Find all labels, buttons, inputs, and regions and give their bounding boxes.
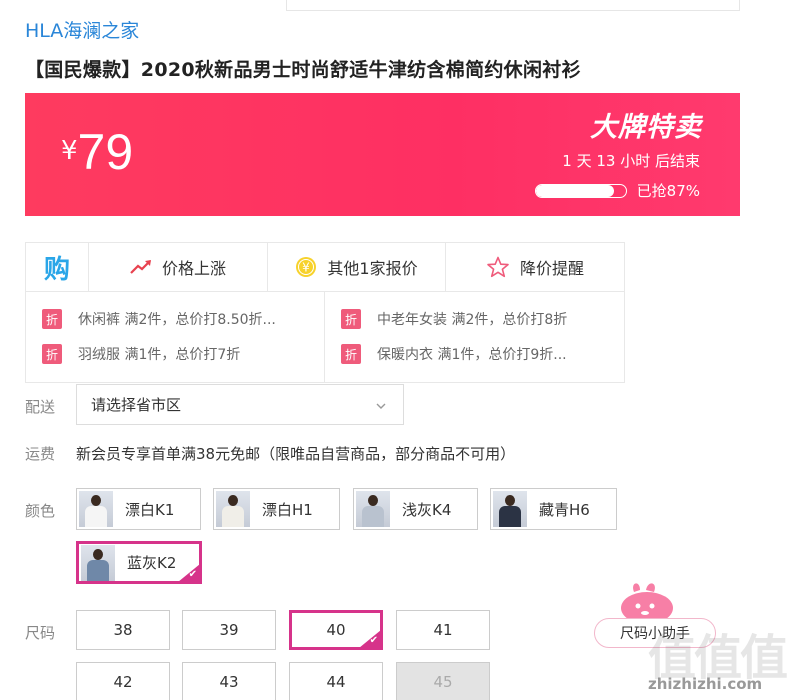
trend-up-icon bbox=[130, 259, 152, 275]
progress-text: 已抢87% bbox=[636, 182, 700, 200]
price-rise-button[interactable]: 价格上涨 bbox=[89, 243, 268, 291]
discount-badge: 折 bbox=[42, 344, 62, 364]
size-option[interactable]: 44 bbox=[289, 662, 383, 700]
size-option[interactable]: 38 bbox=[76, 610, 170, 650]
promo-text: 休闲裤 满2件，总价打8.50折... bbox=[78, 312, 276, 328]
color-option[interactable]: 漂白H1 bbox=[213, 488, 340, 530]
size-option[interactable]: 42 bbox=[76, 662, 170, 700]
color-option-selected[interactable]: 蓝灰K2 ✔ bbox=[76, 541, 202, 584]
watermark-text: zhizhizhi.com bbox=[648, 675, 763, 693]
region-select-value: 请选择省市区 bbox=[91, 396, 182, 414]
price-currency: ¥ bbox=[61, 136, 78, 166]
color-option[interactable]: 浅灰K4 bbox=[353, 488, 478, 530]
color-option-label: 蓝灰K2 bbox=[127, 554, 177, 572]
promo-item[interactable]: 折中老年女装 满2件，总价打8折 bbox=[341, 309, 567, 329]
star-outline-icon bbox=[486, 256, 510, 278]
price-alert-button[interactable]: 降价提醒 bbox=[446, 243, 624, 291]
discount-badge: 折 bbox=[341, 309, 361, 329]
chevron-down-icon bbox=[375, 398, 387, 416]
svg-text:¥: ¥ bbox=[303, 261, 311, 275]
discount-badge: 折 bbox=[341, 344, 361, 364]
checkmark-icon: ✔ bbox=[188, 569, 197, 580]
color-option-label: 藏青H6 bbox=[539, 500, 590, 519]
promo-item[interactable]: 折休闲裤 满2件，总价打8.50折... bbox=[42, 309, 276, 329]
top-frame bbox=[286, 0, 740, 11]
size-label: 尺码 bbox=[25, 624, 56, 642]
color-option-label: 漂白K1 bbox=[125, 500, 175, 519]
sale-badge: 大牌特卖 bbox=[590, 112, 702, 143]
discount-badge: 折 bbox=[42, 309, 62, 329]
price-tools-panel: 购 价格上涨 ¥ 其他1家报价 降价提醒 折休闲裤 满2件，总价打8.50折..… bbox=[25, 242, 625, 383]
region-select[interactable]: 请选择省市区 bbox=[76, 384, 404, 425]
promo-item[interactable]: 折羽绒服 满1件，总价打7折 bbox=[42, 344, 240, 364]
price-alert-label: 降价提醒 bbox=[519, 259, 584, 278]
size-option[interactable]: 41 bbox=[396, 610, 490, 650]
price-rise-label: 价格上涨 bbox=[161, 259, 226, 278]
shipping-label: 运费 bbox=[25, 445, 56, 463]
delivery-label: 配送 bbox=[25, 398, 56, 416]
size-option[interactable]: 39 bbox=[182, 610, 276, 650]
sale-banner: ¥79 大牌特卖 1 天 13 小时 后结束 已抢87% bbox=[25, 93, 740, 216]
promo-item[interactable]: 折保暖内衣 满1件，总价打9折... bbox=[341, 344, 567, 364]
sale-progress: 已抢87% bbox=[534, 180, 700, 201]
size-option-disabled: 45 bbox=[396, 662, 490, 700]
product-thumbnail bbox=[356, 491, 390, 527]
yen-coin-icon: ¥ bbox=[295, 256, 317, 278]
promo-text: 保暖内衣 满1件，总价打9折... bbox=[377, 347, 567, 363]
color-label: 颜色 bbox=[25, 502, 56, 520]
product-thumbnail bbox=[79, 491, 113, 527]
product-thumbnail bbox=[81, 544, 115, 581]
price: ¥79 bbox=[61, 123, 133, 181]
other-quotes-label: 其他1家报价 bbox=[327, 259, 418, 278]
color-option[interactable]: 藏青H6 bbox=[490, 488, 617, 530]
promo-text: 羽绒服 满1件，总价打7折 bbox=[78, 347, 241, 363]
progress-fill bbox=[535, 184, 614, 197]
product-thumbnail bbox=[493, 491, 527, 527]
countdown: 1 天 13 小时 后结束 bbox=[562, 152, 700, 170]
size-option-label: 40 bbox=[326, 621, 346, 639]
color-option[interactable]: 漂白K1 bbox=[76, 488, 201, 530]
size-option-selected[interactable]: 40 ✔ bbox=[289, 610, 383, 650]
promo-text: 中老年女装 满2件，总价打8折 bbox=[377, 312, 568, 328]
price-amount: 79 bbox=[77, 124, 134, 180]
other-quotes-button[interactable]: ¥ 其他1家报价 bbox=[268, 243, 446, 291]
gou-logo-icon: 购 bbox=[26, 243, 89, 291]
brand-link[interactable]: HLA海澜之家 bbox=[25, 16, 139, 43]
shipping-text: 新会员专享首单满38元免邮（限唯品自营商品，部分商品不可用） bbox=[76, 445, 516, 463]
size-option[interactable]: 43 bbox=[182, 662, 276, 700]
checkmark-icon: ✔ bbox=[369, 635, 378, 646]
color-option-label: 浅灰K4 bbox=[402, 500, 452, 519]
product-thumbnail bbox=[216, 491, 250, 527]
product-title: 【国民爆款】2020秋新品男士时尚舒适牛津纺含棉简约休闲衬衫 bbox=[25, 59, 581, 81]
color-option-label: 漂白H1 bbox=[262, 500, 313, 519]
progress-bar bbox=[534, 183, 627, 198]
